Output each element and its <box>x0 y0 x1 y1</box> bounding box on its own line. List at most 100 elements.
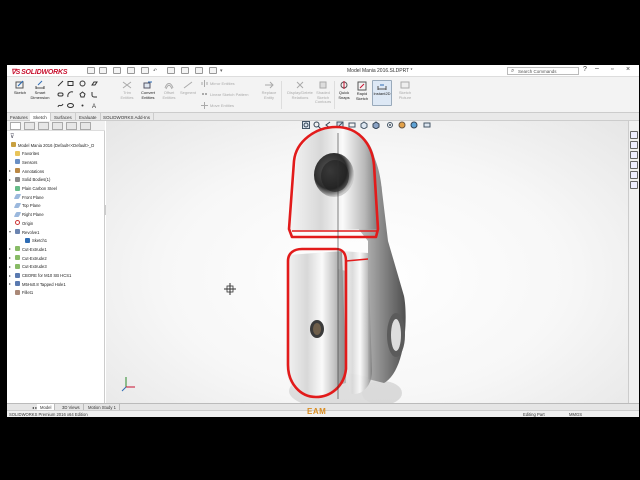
tab-solidworks-addins[interactable]: SOLIDWORKS Add-Ins <box>100 113 155 121</box>
tree-item-label: Favorites <box>22 151 40 157</box>
instant2d-button[interactable]: Instant2D <box>372 80 392 106</box>
filter-icon[interactable]: ⊽ <box>10 133 14 140</box>
shaded-sketch-contours-button[interactable]: Shaded Sketch Contours <box>313 80 333 105</box>
expand-arrow-icon[interactable]: ▸ <box>9 255 11 260</box>
sketch-button[interactable]: Sketch <box>11 80 29 96</box>
dimxpert-tab-icon[interactable] <box>52 122 63 130</box>
tab-evaluate[interactable]: Evaluate <box>76 113 101 121</box>
segment-button[interactable]: Segment <box>179 80 197 96</box>
restore-icon[interactable]: ▫ <box>611 66 613 73</box>
spline-icon[interactable] <box>57 102 64 109</box>
design-library-icon[interactable] <box>630 141 638 149</box>
print-icon[interactable] <box>141 67 149 74</box>
replace-icon <box>265 81 274 89</box>
tree-item-label: Right Plane <box>22 212 44 218</box>
tree-item-label: Cut-Extrude3 <box>22 264 47 270</box>
plane-icon <box>13 211 22 217</box>
quick-snaps-button[interactable]: Quick Snaps <box>335 80 353 100</box>
property-manager-tab-icon[interactable] <box>24 122 35 130</box>
instant2d-icon <box>377 84 387 90</box>
help-icon[interactable]: ? <box>583 66 587 73</box>
expand-arrow-icon[interactable]: ▸ <box>9 168 11 173</box>
home-icon[interactable] <box>87 67 95 74</box>
rectangle-icon[interactable] <box>67 80 74 87</box>
fillet-icon[interactable] <box>91 91 98 98</box>
line-icon[interactable] <box>57 80 64 87</box>
offset-icon <box>164 83 174 90</box>
status-mode: Editing Part <box>523 412 545 417</box>
polygon-icon[interactable] <box>79 91 86 98</box>
expand-arrow-icon[interactable]: ▸ <box>9 177 11 182</box>
convert-entities-button[interactable]: Convert Entities <box>137 80 159 100</box>
expand-tab-icon[interactable] <box>80 122 91 130</box>
feature-tree-tab-icon[interactable] <box>10 122 21 130</box>
undo-icon[interactable]: ↶ <box>153 68 157 74</box>
file-properties-icon[interactable] <box>195 67 203 74</box>
graphics-area[interactable] <box>106 121 628 403</box>
save-icon[interactable] <box>127 67 135 74</box>
arc-icon[interactable] <box>67 91 74 98</box>
display-manager-tab-icon[interactable] <box>66 122 77 130</box>
view-palette-icon[interactable] <box>630 161 638 169</box>
solidworks-logo[interactable]: ᐁSSOLIDWORKS <box>11 68 67 76</box>
smart-dimension-button[interactable]: Smart Dimension <box>29 80 51 100</box>
ds-logo-icon: ᐁS <box>11 69 21 76</box>
point-icon[interactable] <box>79 102 86 109</box>
tree-item-label: Sensors <box>22 159 38 165</box>
expand-arrow-icon[interactable]: ▸ <box>9 264 11 269</box>
move-entities-icon[interactable] <box>201 102 208 109</box>
sketch-picture-button[interactable]: Sketch Picture <box>396 80 414 100</box>
tree-item-label: Cut-Extrude1 <box>22 246 47 252</box>
rapid-sketch-button[interactable]: Rapid Sketch <box>353 80 371 102</box>
minimize-icon[interactable]: – <box>595 65 599 72</box>
sketch-icon <box>25 237 30 243</box>
tree-item-label: Model Mania 2016 (Default<<Default>_D <box>18 142 95 148</box>
linear-pattern-label[interactable]: Linear Sketch Pattern <box>210 92 248 97</box>
status-edition: SOLIDWORKS Premium 2016 x64 Edition <box>9 412 88 417</box>
tab-sketch[interactable]: Sketch <box>30 113 51 121</box>
circle-icon[interactable] <box>79 80 86 87</box>
tab-surfaces[interactable]: Surfaces <box>51 113 76 121</box>
select-icon[interactable] <box>167 67 175 74</box>
plane-icon[interactable] <box>91 80 98 87</box>
watermark: EAM <box>307 407 327 416</box>
mirror-entities-label[interactable]: Mirror Entities <box>210 81 235 86</box>
slot-icon[interactable] <box>57 91 64 98</box>
custom-properties-icon[interactable] <box>630 181 638 189</box>
sensor-icon <box>15 159 20 165</box>
mirror-entities-icon[interactable] <box>201 80 208 87</box>
text-icon[interactable]: A <box>91 102 98 109</box>
open-icon[interactable] <box>113 67 121 74</box>
expand-arrow-icon[interactable]: ▸ <box>9 281 11 286</box>
new-document-icon[interactable] <box>99 67 107 74</box>
part-model-render[interactable] <box>106 121 628 403</box>
tree-item-label: Solid Bodies(1) <box>22 177 51 183</box>
file-explorer-icon[interactable] <box>630 151 638 159</box>
collapse-arrow-icon[interactable]: ▾ <box>9 229 11 234</box>
close-icon[interactable]: × <box>626 66 630 73</box>
units-selector[interactable]: MMGS <box>569 412 582 417</box>
tab-features[interactable]: Features <box>7 113 32 121</box>
display-delete-relations-button[interactable]: Display/Delete Relations <box>285 80 315 100</box>
cut-extrude-icon <box>15 263 20 269</box>
solidworks-resources-icon[interactable] <box>630 131 638 139</box>
trim-entities-button[interactable]: Trim Entities <box>117 80 137 100</box>
rapid-sketch-icon <box>357 81 367 91</box>
linear-pattern-icon[interactable] <box>201 91 208 98</box>
search-commands-field[interactable]: ⌕ Search Commands <box>507 67 579 75</box>
replace-entity-button[interactable]: Replace Entity <box>259 80 279 100</box>
appearances-icon[interactable] <box>630 171 638 179</box>
tree-item-label: Revolve1 <box>22 229 40 235</box>
search-icon: ⌕ <box>511 68 515 74</box>
ellipse-icon[interactable] <box>67 102 74 109</box>
configuration-manager-tab-icon[interactable] <box>38 122 49 130</box>
hole-icon <box>15 272 20 278</box>
options-icon[interactable] <box>209 67 217 74</box>
smart-dimension-icon <box>35 80 45 89</box>
offset-entities-button[interactable]: Offset Entities <box>159 80 179 100</box>
move-entities-label[interactable]: Move Entities <box>210 103 234 108</box>
rebuild-icon[interactable] <box>181 67 189 74</box>
chevron-down-icon[interactable]: ▾ <box>220 68 223 74</box>
expand-arrow-icon[interactable]: ▸ <box>9 246 11 251</box>
expand-arrow-icon[interactable]: ▸ <box>9 273 11 278</box>
